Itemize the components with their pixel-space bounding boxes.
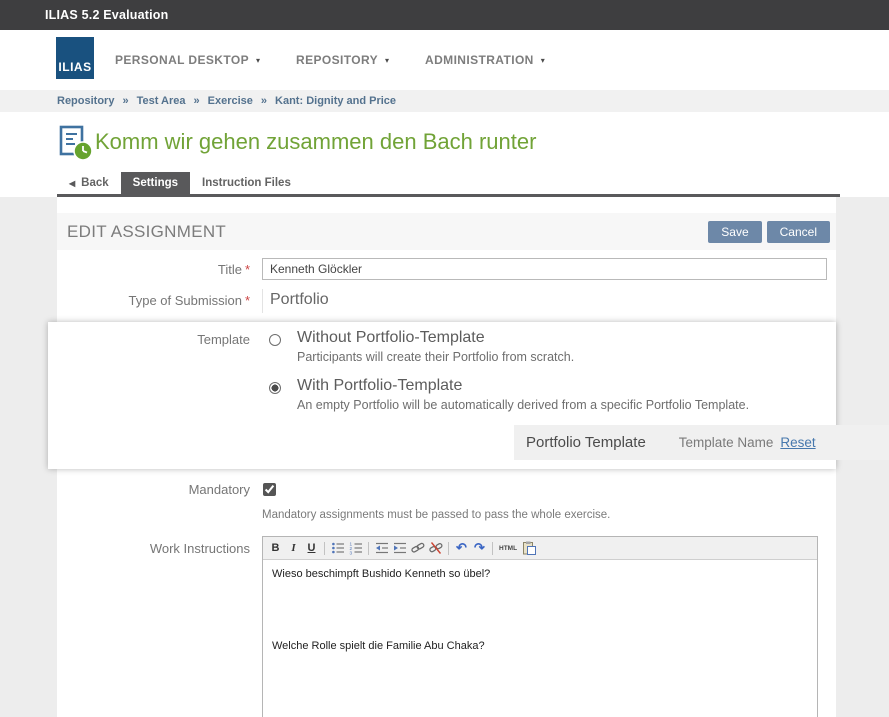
chevron-down-icon: ▾ bbox=[256, 55, 260, 65]
editor-line bbox=[272, 604, 808, 617]
html-source-button[interactable]: HTML bbox=[497, 540, 519, 557]
template-option-with: With Portfolio-Template An empty Portfol… bbox=[262, 377, 836, 412]
title-input[interactable] bbox=[262, 258, 827, 280]
chevron-down-icon: ▾ bbox=[541, 55, 545, 65]
italic-button[interactable]: I bbox=[285, 540, 302, 557]
editor-line: Wieso beschimpft Bushido Kenneth so übel… bbox=[272, 568, 808, 581]
work-instructions-row: Work Instructions B I U bbox=[57, 536, 836, 717]
option-title[interactable]: With Portfolio-Template bbox=[297, 377, 749, 395]
tab-bar: ◀ Back Settings Instruction Files bbox=[57, 172, 303, 194]
bullet-list-button[interactable] bbox=[329, 540, 346, 557]
rich-text-editor: B I U bbox=[262, 536, 818, 717]
svg-text:3: 3 bbox=[349, 550, 352, 555]
without-template-radio[interactable] bbox=[269, 334, 281, 346]
tab-back[interactable]: ◀ Back bbox=[57, 172, 121, 194]
required-marker: * bbox=[245, 293, 250, 308]
title-field-row: Title* bbox=[57, 258, 836, 280]
outdent-button[interactable] bbox=[373, 540, 390, 557]
toolbar-separator bbox=[324, 542, 325, 555]
tab-instruction-files[interactable]: Instruction Files bbox=[190, 172, 303, 194]
paste-word-button[interactable] bbox=[520, 540, 537, 557]
editor-content[interactable]: Wieso beschimpft Bushido Kenneth so übel… bbox=[263, 560, 817, 717]
unlink-button[interactable] bbox=[427, 540, 444, 557]
toolbar-separator bbox=[368, 542, 369, 555]
breadcrumb-test-area[interactable]: Test Area bbox=[137, 95, 186, 107]
bold-button[interactable]: B bbox=[267, 540, 284, 557]
form-heading: EDIT ASSIGNMENT bbox=[67, 222, 703, 242]
mandatory-row: Mandatory Mandatory assignments must be … bbox=[57, 482, 836, 521]
ilias-logo[interactable]: ILIAS bbox=[56, 37, 94, 79]
breadcrumb-separator: » bbox=[194, 95, 200, 107]
breadcrumb-exercise[interactable]: Exercise bbox=[208, 95, 253, 107]
submission-type-label: Type of Submission* bbox=[57, 289, 250, 313]
portfolio-template-value: Template Name bbox=[679, 435, 774, 450]
template-subform: Template Without Portfolio-Template Part… bbox=[48, 322, 836, 469]
logo-text: ILIAS bbox=[58, 60, 91, 74]
nav-administration[interactable]: ADMINISTRATION ▾ bbox=[425, 53, 545, 67]
nav-personal-desktop[interactable]: PERSONAL DESKTOP ▾ bbox=[115, 53, 260, 67]
title-field-label: Title* bbox=[57, 262, 250, 277]
template-row: Template Without Portfolio-Template Part… bbox=[48, 329, 836, 468]
tab-instruction-files-label: Instruction Files bbox=[202, 177, 291, 189]
ilias-app-window: ILIAS 5.2 Evaluation ILIAS PERSONAL DESK… bbox=[0, 0, 889, 717]
breadcrumb-current[interactable]: Kant: Dignity and Price bbox=[275, 95, 396, 107]
tab-back-label: Back bbox=[81, 177, 109, 189]
page-title-bar: Komm wir gehen zusammen den Bach runter bbox=[0, 112, 889, 172]
breadcrumb-separator: » bbox=[261, 95, 267, 107]
link-button[interactable] bbox=[409, 540, 426, 557]
cancel-button[interactable]: Cancel bbox=[767, 221, 830, 243]
option-byline: Participants will create their Portfolio… bbox=[297, 350, 574, 364]
system-topbar: ILIAS 5.2 Evaluation bbox=[0, 0, 889, 30]
work-instructions-label: Work Instructions bbox=[57, 536, 250, 717]
underline-button[interactable]: U bbox=[303, 540, 320, 557]
undo-button[interactable]: ↶ bbox=[453, 540, 470, 557]
breadcrumb-repository[interactable]: Repository bbox=[57, 95, 114, 107]
page-title: Komm wir gehen zusammen den Bach runter bbox=[95, 129, 536, 155]
chevron-down-icon: ▾ bbox=[385, 55, 389, 65]
submission-type-row: Type of Submission* Portfolio bbox=[57, 289, 836, 313]
mandatory-label: Mandatory bbox=[57, 482, 250, 521]
page-body: EDIT ASSIGNMENT Save Cancel Title* Type … bbox=[0, 197, 889, 717]
toolbar-separator bbox=[492, 542, 493, 555]
main-header: ILIAS PERSONAL DESKTOP ▾ REPOSITORY ▾ AD… bbox=[0, 30, 889, 90]
submission-type-value: Portfolio bbox=[262, 289, 339, 313]
portfolio-template-subrow: Portfolio Template Template Name Reset bbox=[514, 425, 889, 460]
mandatory-checkbox[interactable] bbox=[263, 483, 276, 496]
exercise-assignment-icon bbox=[57, 125, 95, 161]
numbered-list-button[interactable]: 1 2 3 bbox=[347, 540, 364, 557]
toolbar-separator bbox=[448, 542, 449, 555]
editor-line: Welche Rolle spielt die Familie Abu Chak… bbox=[272, 640, 808, 653]
option-byline: An empty Portfolio will be automatically… bbox=[297, 398, 749, 412]
tab-settings-label: Settings bbox=[133, 177, 178, 189]
indent-button[interactable] bbox=[391, 540, 408, 557]
template-option-without: Without Portfolio-Template Participants … bbox=[262, 329, 836, 364]
save-button[interactable]: Save bbox=[708, 221, 761, 243]
client-title: ILIAS 5.2 Evaluation bbox=[45, 8, 168, 22]
option-title[interactable]: Without Portfolio-Template bbox=[297, 329, 574, 347]
template-label: Template bbox=[48, 329, 250, 468]
with-template-radio[interactable] bbox=[269, 382, 281, 394]
portfolio-template-label: Portfolio Template bbox=[526, 434, 646, 451]
editor-toolbar: B I U bbox=[263, 537, 817, 560]
reset-link[interactable]: Reset bbox=[780, 435, 815, 450]
nav-repository[interactable]: REPOSITORY ▾ bbox=[296, 53, 389, 67]
form-header: EDIT ASSIGNMENT Save Cancel bbox=[57, 213, 836, 250]
breadcrumb: Repository » Test Area » Exercise » Kant… bbox=[0, 90, 889, 112]
breadcrumb-separator: » bbox=[122, 95, 128, 107]
required-marker: * bbox=[245, 262, 250, 277]
redo-button[interactable]: ↷ bbox=[471, 540, 488, 557]
tab-settings[interactable]: Settings bbox=[121, 172, 190, 194]
main-nav: PERSONAL DESKTOP ▾ REPOSITORY ▾ ADMINIST… bbox=[115, 30, 545, 90]
content-panel: EDIT ASSIGNMENT Save Cancel Title* Type … bbox=[57, 197, 836, 717]
mandatory-byline: Mandatory assignments must be passed to … bbox=[262, 509, 836, 521]
chevron-left-icon: ◀ bbox=[69, 179, 75, 188]
